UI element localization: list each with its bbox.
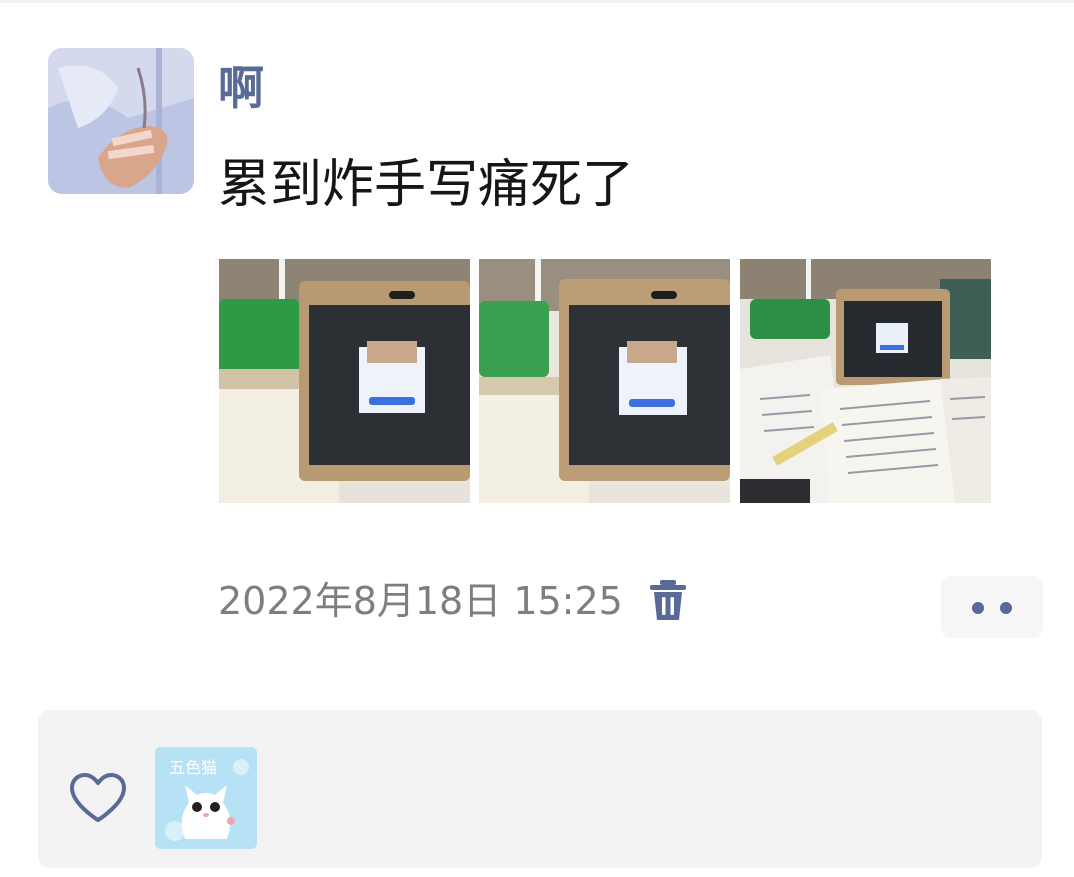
likes-panel: 五色猫: [38, 710, 1042, 868]
trash-icon[interactable]: [648, 578, 688, 622]
heart-outline-icon: [68, 772, 128, 824]
more-dots-icon: [972, 602, 984, 614]
post-photo-1[interactable]: [219, 259, 470, 503]
post-photo-3[interactable]: [740, 259, 991, 503]
more-dots-icon: [1000, 602, 1012, 614]
more-options-button[interactable]: [941, 576, 1043, 638]
liker-avatar-logo-text: 五色猫: [169, 758, 217, 777]
avatar[interactable]: [48, 48, 194, 194]
top-divider: [0, 0, 1074, 3]
username[interactable]: 啊: [218, 58, 264, 118]
post-photo-2[interactable]: [479, 259, 730, 503]
post-text: 累到炸手写痛死了: [218, 155, 635, 215]
post-timestamp: 2022年8月18日 15:25: [218, 579, 623, 623]
moments-post-page: 啊 累到炸手写痛死了 2022年8月18日 15:25 五色猫: [0, 0, 1074, 877]
liker-avatar[interactable]: 五色猫: [155, 747, 257, 849]
